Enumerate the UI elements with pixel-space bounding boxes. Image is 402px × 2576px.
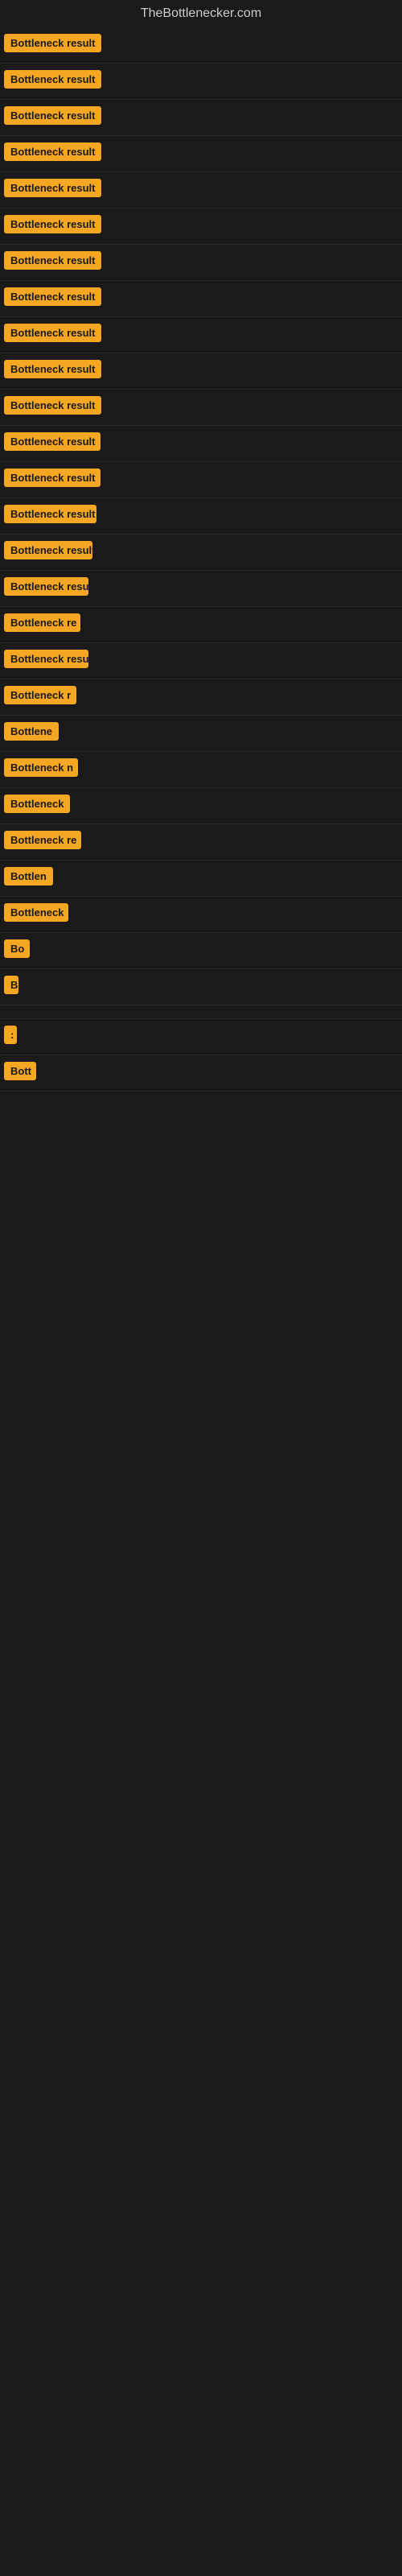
bottleneck-section-22: Bottleneck — [0, 788, 402, 824]
bottleneck-badge-21[interactable]: Bottleneck n — [4, 758, 78, 777]
bottleneck-badge-25[interactable]: Bottleneck — [4, 903, 68, 922]
bottleneck-section-4: Bottleneck result — [0, 136, 402, 172]
bottleneck-badge-14[interactable]: Bottleneck result — [4, 505, 96, 523]
bottleneck-badge-8[interactable]: Bottleneck result — [4, 287, 101, 306]
bottleneck-section-30: Bott — [0, 1055, 402, 1092]
bottleneck-badge-19[interactable]: Bottleneck r — [4, 686, 76, 704]
bottleneck-section-20: Bottlene — [0, 716, 402, 752]
bottleneck-badge-27[interactable]: B — [4, 976, 18, 994]
bottleneck-section-27: B — [0, 969, 402, 1005]
bottleneck-badge-10[interactable]: Bottleneck result — [4, 360, 101, 378]
bottleneck-section-28 — [0, 1005, 402, 1019]
bottleneck-badge-22[interactable]: Bottleneck — [4, 795, 70, 813]
bottleneck-badge-16[interactable]: Bottleneck result — [4, 577, 88, 596]
bottleneck-section-16: Bottleneck result — [0, 571, 402, 607]
bottleneck-section-9: Bottleneck result — [0, 317, 402, 353]
bottleneck-section-19: Bottleneck r — [0, 679, 402, 716]
bottleneck-section-6: Bottleneck result — [0, 208, 402, 245]
bottleneck-section-26: Bo — [0, 933, 402, 969]
bottleneck-badge-13[interactable]: Bottleneck result — [4, 469, 100, 487]
bottleneck-section-21: Bottleneck n — [0, 752, 402, 788]
bottleneck-badge-29[interactable]: : — [4, 1026, 17, 1044]
bottleneck-section-8: Bottleneck result — [0, 281, 402, 317]
bottleneck-badge-18[interactable]: Bottleneck result — [4, 650, 88, 668]
bottleneck-section-11: Bottleneck result — [0, 390, 402, 426]
bottleneck-section-23: Bottleneck re — [0, 824, 402, 861]
bottleneck-badge-17[interactable]: Bottleneck re — [4, 613, 80, 632]
bottleneck-badge-26[interactable]: Bo — [4, 939, 30, 958]
bottleneck-badge-30[interactable]: Bott — [4, 1062, 36, 1080]
items-container: Bottleneck result Bottleneck result Bottle… — [0, 27, 402, 1092]
bottleneck-badge-20[interactable]: Bottlene — [4, 722, 59, 741]
bottleneck-section-25: Bottleneck — [0, 897, 402, 933]
bottleneck-section-1: Bottleneck result — [0, 27, 402, 64]
bottleneck-section-15: Bottleneck result — [0, 535, 402, 571]
bottleneck-section-13: Bottleneck result — [0, 462, 402, 498]
bottleneck-badge-4[interactable]: Bottleneck result — [4, 142, 101, 161]
bottleneck-badge-1[interactable]: Bottleneck result — [4, 34, 101, 52]
site-title: TheBottlenecker.com — [0, 0, 402, 27]
bottleneck-section-2: Bottleneck result — [0, 64, 402, 100]
bottleneck-section-3: Bottleneck result — [0, 100, 402, 136]
bottleneck-badge-2[interactable]: Bottleneck result — [4, 70, 101, 89]
bottleneck-section-10: Bottleneck result — [0, 353, 402, 390]
bottleneck-badge-11[interactable]: Bottleneck result — [4, 396, 101, 415]
bottleneck-badge-3[interactable]: Bottleneck result — [4, 106, 101, 125]
bottleneck-section-17: Bottleneck re — [0, 607, 402, 643]
bottleneck-badge-15[interactable]: Bottleneck result — [4, 541, 92, 559]
bottleneck-section-7: Bottleneck result — [0, 245, 402, 281]
bottleneck-badge-12[interactable]: Bottleneck result — [4, 432, 100, 451]
bottleneck-badge-6[interactable]: Bottleneck result — [4, 215, 101, 233]
bottleneck-badge-24[interactable]: Bottlen — [4, 867, 53, 886]
bottleneck-badge-7[interactable]: Bottleneck result — [4, 251, 101, 270]
bottleneck-badge-9[interactable]: Bottleneck result — [4, 324, 101, 342]
bottleneck-section-29: : — [0, 1019, 402, 1055]
bottleneck-section-18: Bottleneck result — [0, 643, 402, 679]
bottleneck-badge-5[interactable]: Bottleneck result — [4, 179, 101, 197]
bottleneck-section-5: Bottleneck result — [0, 172, 402, 208]
bottleneck-section-14: Bottleneck result — [0, 498, 402, 535]
bottleneck-section-12: Bottleneck result — [0, 426, 402, 462]
bottleneck-section-24: Bottlen — [0, 861, 402, 897]
bottleneck-badge-23[interactable]: Bottleneck re — [4, 831, 81, 849]
